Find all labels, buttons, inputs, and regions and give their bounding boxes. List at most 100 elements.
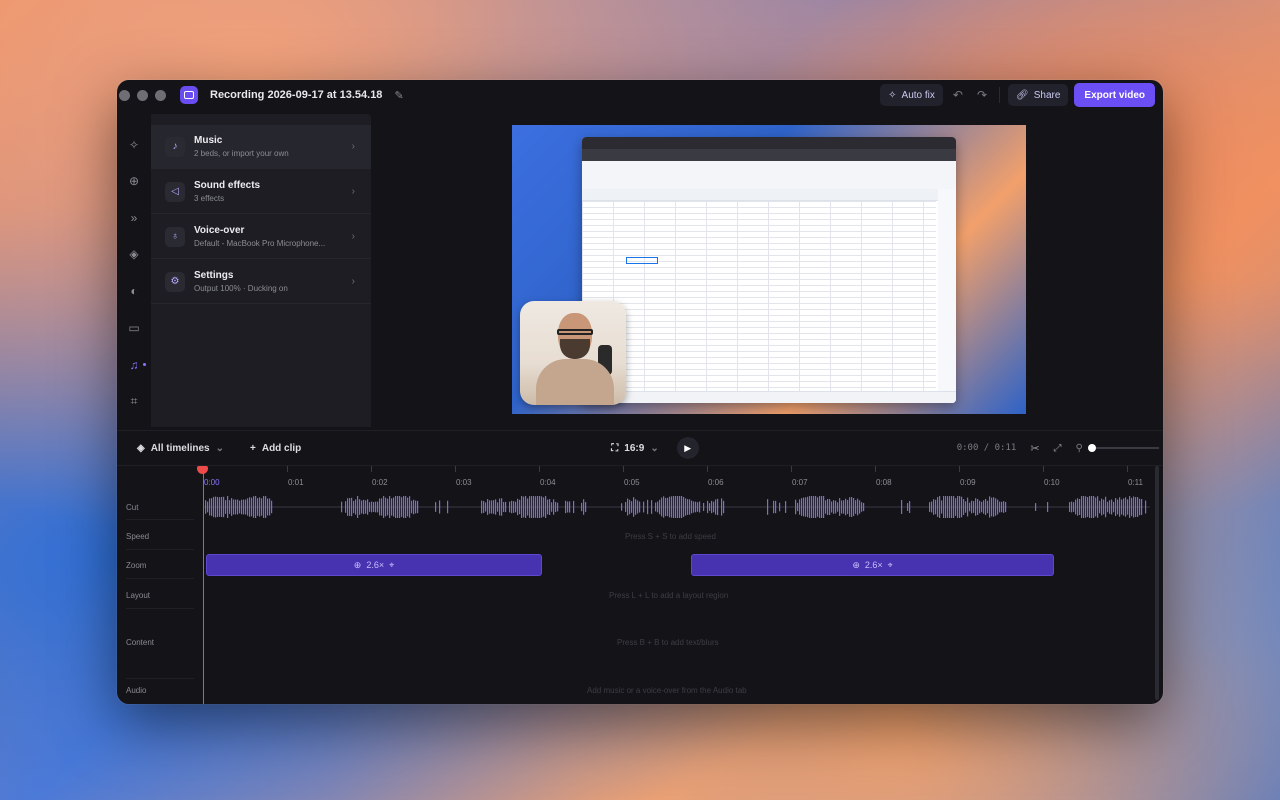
- speed-tool-icon[interactable]: »: [123, 207, 145, 229]
- waveform-bar: [1097, 496, 1099, 518]
- waveform-bar: [819, 496, 821, 518]
- waveform-bar: [1077, 498, 1079, 516]
- waveform-bar: [543, 497, 545, 517]
- scissors-icon[interactable]: ✂: [1030, 442, 1039, 455]
- waveform-bar: [363, 499, 365, 515]
- waveform-bar: [687, 499, 689, 515]
- aspect-ratio-dropdown[interactable]: ⛶ 16:9 ⌄: [611, 443, 658, 454]
- waveform-bar: [351, 497, 353, 517]
- waveform-bar: [353, 500, 355, 514]
- waveform-bar: [995, 498, 997, 516]
- waveform-bar: [647, 499, 649, 515]
- minimize-window-button[interactable]: [137, 89, 148, 101]
- waveform-bar: [1123, 498, 1125, 516]
- waveform-bar: [233, 499, 235, 515]
- waveform-bar: [635, 499, 637, 515]
- audio-panel: ♪ Music 2 beds, or import your own › ◁ S…: [151, 114, 371, 427]
- panel-item-sound-effects[interactable]: ◁ Sound effects 3 effects ›: [151, 170, 371, 214]
- waveform-bar: [1109, 500, 1111, 514]
- ruler-tick-label: 0:08: [876, 478, 892, 487]
- waveform-bar: [803, 497, 805, 517]
- audio-tool-icon[interactable]: ♫: [123, 354, 145, 376]
- webcam-overlay[interactable]: [520, 301, 626, 405]
- waveform-bar: [655, 502, 657, 512]
- waveform-bar: [567, 501, 569, 513]
- waveform-bar: [943, 496, 945, 518]
- cut-track-waveform[interactable]: [203, 494, 1150, 520]
- tool-sidebar: ✧ ⊕ » ◈ ◐ ▭ ♫ ⌗: [117, 126, 151, 428]
- redo-icon[interactable]: ↷: [973, 88, 991, 102]
- timeline-scrollbar[interactable]: [1155, 466, 1159, 700]
- ruler-tick-mark: [371, 466, 372, 472]
- layers-tool-icon[interactable]: ◈: [123, 243, 145, 265]
- timeline: 0:00 0:01 0:02 0:03 0:04 0:05 0:06 0:07 0:08 0:09…: [117, 466, 1163, 704]
- waveform-bar: [813, 496, 815, 518]
- cursor-icon: ⌖: [389, 559, 395, 570]
- waveform-bar: [721, 498, 723, 516]
- share-label: Share: [1033, 89, 1061, 101]
- waveform-bar: [631, 501, 633, 513]
- video-preview[interactable]: [512, 125, 1026, 414]
- zoom-clip[interactable]: ⊕ 2.6× ⌖: [690, 554, 1055, 576]
- undo-icon[interactable]: ↶: [949, 88, 967, 102]
- waveform-bar: [253, 496, 255, 518]
- share-button[interactable]: 🔗︎ Share: [1008, 84, 1069, 106]
- waveform-bar: [1093, 496, 1095, 518]
- panel-item-settings[interactable]: ⚙ Settings Output 100% · Ducking on ›: [151, 260, 371, 304]
- waveform-bar: [681, 496, 683, 518]
- auto-fix-button[interactable]: ✧ Auto fix: [880, 84, 943, 106]
- zoom-tool-icon[interactable]: ⊕: [123, 170, 145, 192]
- zoom-out-icon[interactable]: ⚲: [1076, 443, 1083, 454]
- close-window-button[interactable]: [119, 89, 130, 101]
- waveform-bar: [347, 498, 349, 516]
- time-ruler[interactable]: 0:00 0:01 0:02 0:03 0:04 0:05 0:06 0:07 0:08 0:09…: [203, 466, 1151, 490]
- magic-wand-tool-icon[interactable]: ✧: [123, 134, 145, 156]
- panel-item-voice-over[interactable]: ♁ Voice-over Default - MacBook Pro Micro…: [151, 215, 371, 259]
- waveform-bar: [1083, 496, 1085, 518]
- waveform-bar: [211, 498, 213, 516]
- panel-item-title: Music: [194, 135, 223, 146]
- waveform-bar: [217, 496, 219, 518]
- waveform-bar: [799, 499, 801, 515]
- waveform-bar: [1003, 501, 1005, 513]
- play-button[interactable]: ▶: [676, 437, 699, 459]
- zoom-slider-knob[interactable]: [1087, 444, 1096, 452]
- waveform-bar: [959, 496, 961, 518]
- waveform-bar: [855, 500, 857, 514]
- layers-icon: ◈: [137, 442, 145, 454]
- timelines-label: All timelines: [150, 442, 210, 454]
- playhead[interactable]: [203, 466, 204, 704]
- rename-pencil-icon[interactable]: ✎: [394, 89, 403, 102]
- time-readout: 0:00 / 0:11: [956, 443, 1017, 453]
- timeline-zoom-slider[interactable]: [1087, 444, 1159, 452]
- waveform-bar: [503, 501, 505, 513]
- export-video-button[interactable]: Export video: [1074, 83, 1155, 107]
- waveform-bar: [227, 496, 229, 518]
- waveform-bar: [713, 501, 715, 513]
- waveform-bar: [1079, 498, 1081, 516]
- waveform-bar: [537, 496, 539, 518]
- waveform-bar: [1113, 501, 1115, 513]
- waveform-bar: [901, 500, 903, 514]
- panel-item-music[interactable]: ♪ Music 2 beds, or import your own ›: [151, 125, 371, 169]
- waveform-bar: [501, 498, 503, 516]
- waveform-bar: [1135, 497, 1137, 517]
- waveform-bar: [807, 496, 809, 518]
- add-clip-button[interactable]: + Add clip: [250, 443, 301, 454]
- waveform-bar: [859, 500, 861, 514]
- waveform-bar: [259, 497, 261, 517]
- all-timelines-dropdown[interactable]: ◈ All timelines ⌄: [137, 443, 224, 454]
- app-window: Recording 2026-09-17 at 13.54.18 ✎ ✧ Aut…: [117, 80, 1163, 704]
- zoom-window-button[interactable]: [155, 89, 166, 101]
- waveform-bar: [633, 497, 635, 517]
- waveform-bar: [511, 500, 513, 514]
- captions-tool-icon[interactable]: ▭: [123, 317, 145, 339]
- fit-icon[interactable]: ⤢: [1054, 443, 1062, 454]
- crop-tool-icon[interactable]: ⌗: [123, 390, 145, 412]
- waveform-bar: [381, 498, 383, 516]
- gear-icon: ⚙: [165, 271, 185, 292]
- palette-tool-icon[interactable]: ◐: [123, 280, 145, 302]
- auto-fix-label: Auto fix: [901, 89, 935, 101]
- waveform-bar: [673, 496, 675, 518]
- zoom-clip[interactable]: ⊕ 2.6× ⌖: [206, 554, 542, 576]
